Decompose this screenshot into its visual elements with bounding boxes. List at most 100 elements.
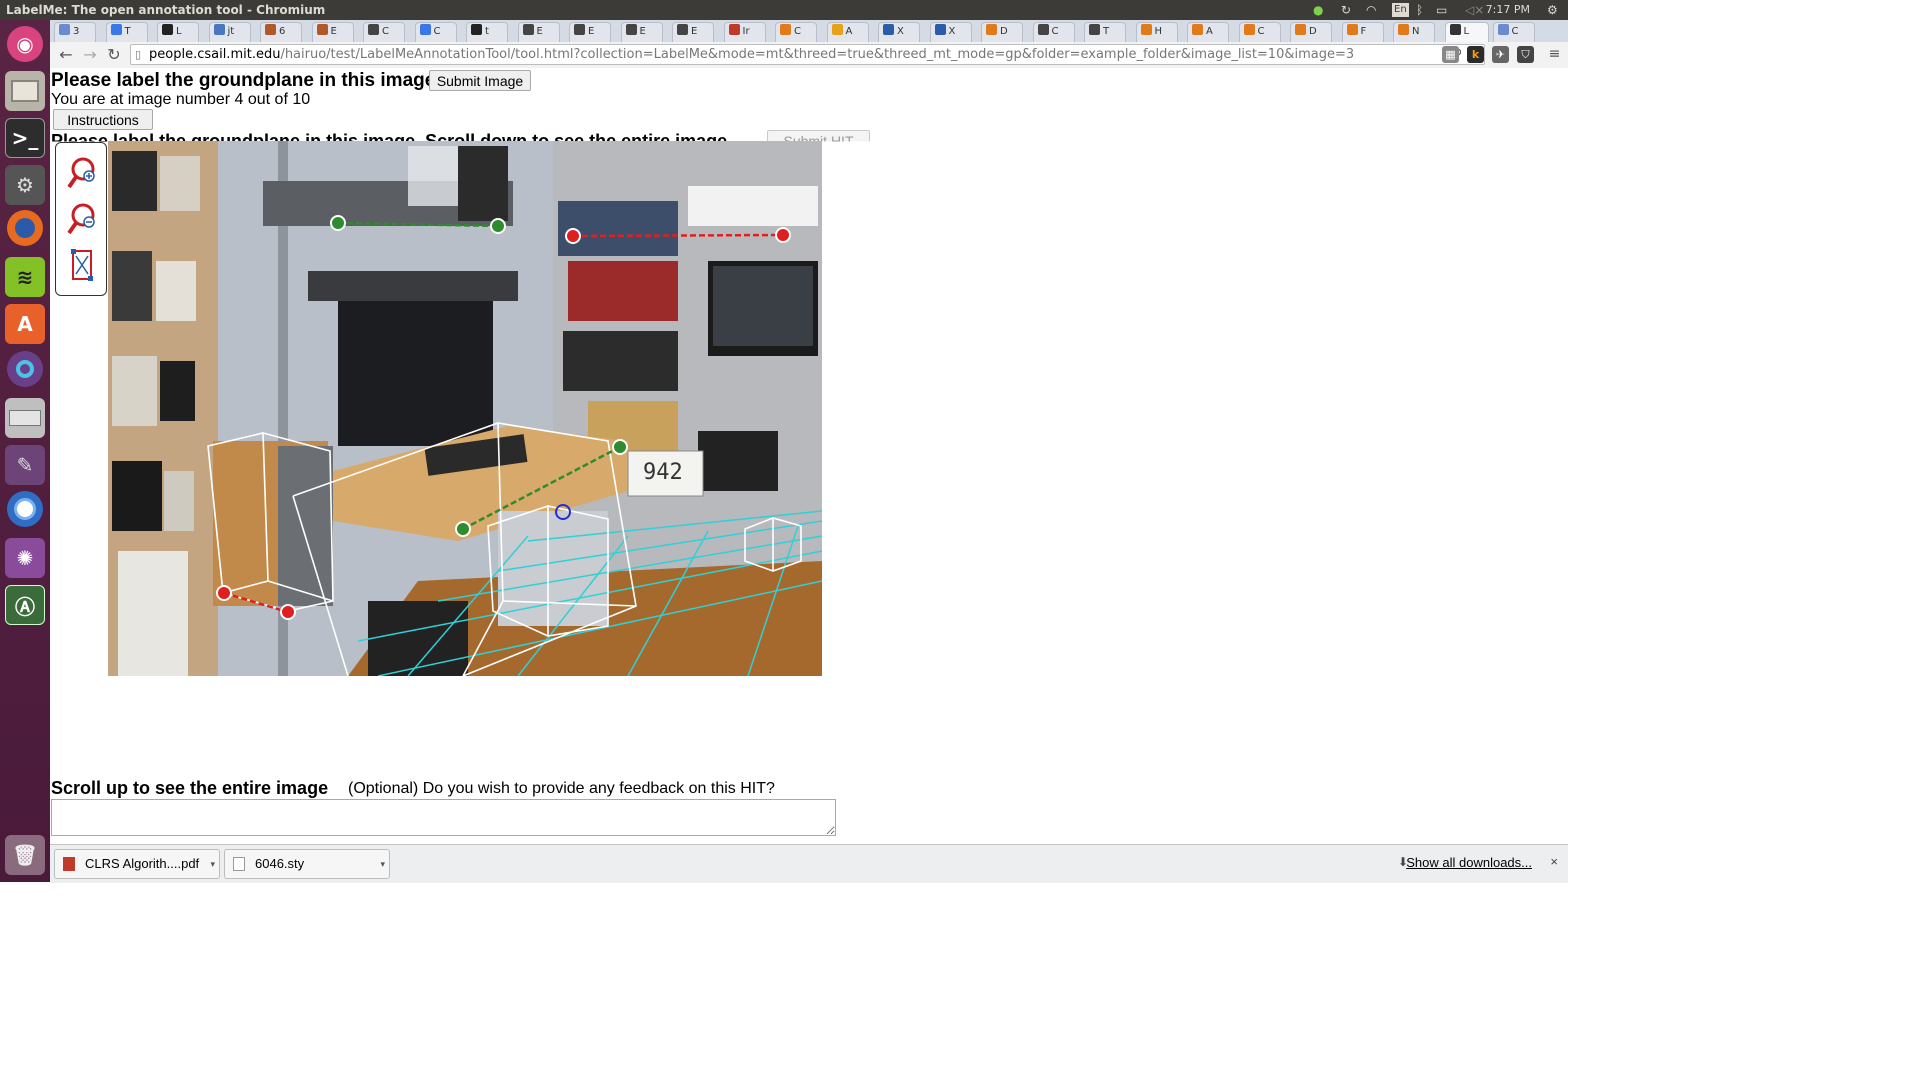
keyboard-layout-indicator[interactable]: En bbox=[1392, 3, 1409, 17]
firefox-icon[interactable] bbox=[7, 210, 43, 246]
trash-icon[interactable]: 🗑 bbox=[5, 835, 45, 875]
menu-hamburger-icon[interactable]: ≡ bbox=[1546, 46, 1563, 63]
system-settings-icon[interactable]: ⚙ bbox=[5, 165, 45, 205]
tab-favicon-icon bbox=[162, 24, 173, 35]
k-extension-icon[interactable]: k bbox=[1467, 46, 1484, 63]
download-item-sty[interactable]: 6046.sty ▾ bbox=[224, 849, 390, 879]
tab-favicon-icon bbox=[831, 24, 843, 35]
tab-active[interactable]: L bbox=[1444, 22, 1489, 42]
bluetooth-tray-icon[interactable]: ᛒ bbox=[1416, 0, 1423, 20]
browser-tab[interactable]: A bbox=[826, 22, 869, 42]
browser-tab[interactable]: E bbox=[672, 22, 714, 42]
tab-label: C bbox=[1051, 26, 1059, 37]
top-panel: LabelMe: The open annotation tool - Chro… bbox=[0, 0, 1568, 20]
pocket-extension-icon[interactable]: ⛉ bbox=[1517, 46, 1534, 63]
battery-tray-icon[interactable]: ▭ bbox=[1436, 0, 1447, 20]
tab-favicon-icon bbox=[1398, 24, 1409, 35]
browser-tab[interactable]: C bbox=[1032, 22, 1075, 42]
tab-label: D bbox=[1309, 26, 1317, 37]
reload-icon[interactable]: ↻ bbox=[104, 45, 124, 65]
browser-tab[interactable]: F bbox=[1341, 22, 1384, 42]
browser-tab[interactable]: C bbox=[775, 22, 817, 42]
browser-tab[interactable]: Ir bbox=[723, 22, 766, 42]
extension-puzzle-icon[interactable]: ▦ bbox=[1442, 46, 1459, 63]
browser-tab[interactable]: t bbox=[466, 22, 508, 42]
instructions-button[interactable]: Instructions bbox=[53, 109, 153, 130]
spotify-icon[interactable]: ≋ bbox=[5, 257, 45, 297]
green-point[interactable] bbox=[612, 439, 628, 455]
clock[interactable]: 7:17 PM bbox=[1486, 0, 1530, 20]
browser-tab[interactable]: C bbox=[1492, 22, 1535, 42]
browser-tab[interactable]: 3 bbox=[54, 22, 96, 42]
zoom-out-icon[interactable] bbox=[67, 203, 95, 235]
tab-favicon-icon bbox=[1140, 24, 1152, 35]
browser-tab[interactable]: X bbox=[929, 22, 972, 42]
pinwheel-app-icon[interactable]: ✺ bbox=[5, 538, 45, 578]
browser-tab[interactable]: C bbox=[1238, 22, 1281, 42]
browser-tab[interactable]: X bbox=[878, 22, 920, 42]
browser-tab[interactable]: N bbox=[1393, 22, 1435, 42]
fit-image-icon[interactable] bbox=[71, 249, 93, 281]
red-point[interactable] bbox=[775, 227, 791, 243]
browser-tab[interactable]: E bbox=[620, 22, 663, 42]
tab-favicon-icon bbox=[368, 24, 379, 35]
sync-tray-icon[interactable]: ↻ bbox=[1341, 0, 1351, 20]
chromium-icon[interactable] bbox=[7, 491, 43, 527]
disk-drive-icon[interactable] bbox=[5, 398, 45, 438]
browser-tab[interactable]: T bbox=[1084, 22, 1126, 42]
browser-tab[interactable]: 6 bbox=[260, 22, 302, 42]
dropdown-arrow-icon[interactable]: ▾ bbox=[210, 850, 215, 878]
tampermonkey-extension-icon[interactable]: ✈ bbox=[1492, 46, 1509, 63]
browser-tab[interactable]: E bbox=[569, 22, 611, 42]
software-center-icon[interactable]: A bbox=[5, 304, 45, 344]
red-point[interactable] bbox=[565, 228, 581, 244]
zoom-toolbar bbox=[55, 142, 107, 296]
terminal-icon[interactable]: >_ bbox=[5, 118, 45, 158]
tab-favicon-icon bbox=[1192, 24, 1203, 35]
download-item-pdf[interactable]: CLRS Algorith....pdf ▾ bbox=[54, 849, 220, 879]
zoom-in-icon[interactable] bbox=[67, 157, 95, 189]
browser-tab[interactable]: E bbox=[517, 22, 560, 42]
files-icon[interactable] bbox=[5, 71, 45, 111]
tab-label: A bbox=[845, 26, 853, 37]
red-point[interactable] bbox=[216, 585, 232, 601]
annotation-image[interactable]: 942 bbox=[108, 141, 822, 676]
tab-favicon-icon bbox=[1295, 24, 1306, 35]
volume-muted-icon[interactable]: ◁× bbox=[1465, 0, 1484, 20]
browser-tab[interactable]: H bbox=[1135, 22, 1178, 42]
green-point[interactable] bbox=[330, 215, 346, 231]
address-bar[interactable]: ▯ people.csail.mit.edu/hairuo/test/Label… bbox=[130, 44, 1485, 65]
feedback-textarea[interactable] bbox=[51, 799, 836, 836]
dropdown-arrow-icon[interactable]: ▾ bbox=[380, 850, 385, 878]
green-point[interactable] bbox=[490, 218, 506, 234]
forward-arrow-icon[interactable]: → bbox=[80, 45, 100, 65]
software-updater-icon[interactable]: Ⓐ bbox=[5, 585, 45, 625]
submit-image-button[interactable]: Submit Image bbox=[429, 70, 531, 91]
close-shelf-icon[interactable]: × bbox=[1550, 854, 1558, 869]
tab-label: 3 bbox=[73, 26, 80, 37]
browser-tab[interactable]: L bbox=[157, 22, 199, 42]
browser-tab[interactable]: C bbox=[363, 22, 405, 42]
back-arrow-icon[interactable]: ← bbox=[56, 45, 76, 65]
show-all-downloads-link[interactable]: Show all downloads... bbox=[1406, 855, 1532, 870]
wifi-tray-icon[interactable]: ◠ bbox=[1366, 0, 1376, 20]
browser-tab[interactable]: D bbox=[1290, 22, 1332, 42]
browser-tab[interactable]: C bbox=[414, 22, 457, 42]
color-wheel-app-icon[interactable] bbox=[7, 351, 43, 387]
tab-label: E bbox=[588, 26, 595, 37]
browser-tab[interactable]: E bbox=[311, 22, 354, 42]
tab-label: T bbox=[124, 26, 131, 37]
red-point[interactable] bbox=[280, 604, 296, 620]
browser-tab[interactable]: jt bbox=[208, 22, 251, 42]
tab-favicon-icon bbox=[59, 24, 70, 35]
power-gear-icon[interactable]: ⚙ bbox=[1547, 0, 1558, 20]
tab-strip: 3 T Ljt 6 E C Ct E E E E Ir C A X X D C T H A C D F N L C bbox=[50, 20, 1568, 42]
dash-home-icon[interactable]: ◉ bbox=[7, 26, 43, 62]
browser-tab[interactable]: T bbox=[105, 22, 148, 42]
spotify-tray-icon[interactable]: ● bbox=[1313, 0, 1323, 20]
browser-tab[interactable]: A bbox=[1187, 22, 1229, 42]
green-point[interactable] bbox=[455, 521, 471, 537]
image-editor-icon[interactable]: ✎ bbox=[5, 445, 45, 485]
tab-favicon-icon bbox=[316, 24, 328, 35]
browser-tab[interactable]: D bbox=[981, 22, 1023, 42]
